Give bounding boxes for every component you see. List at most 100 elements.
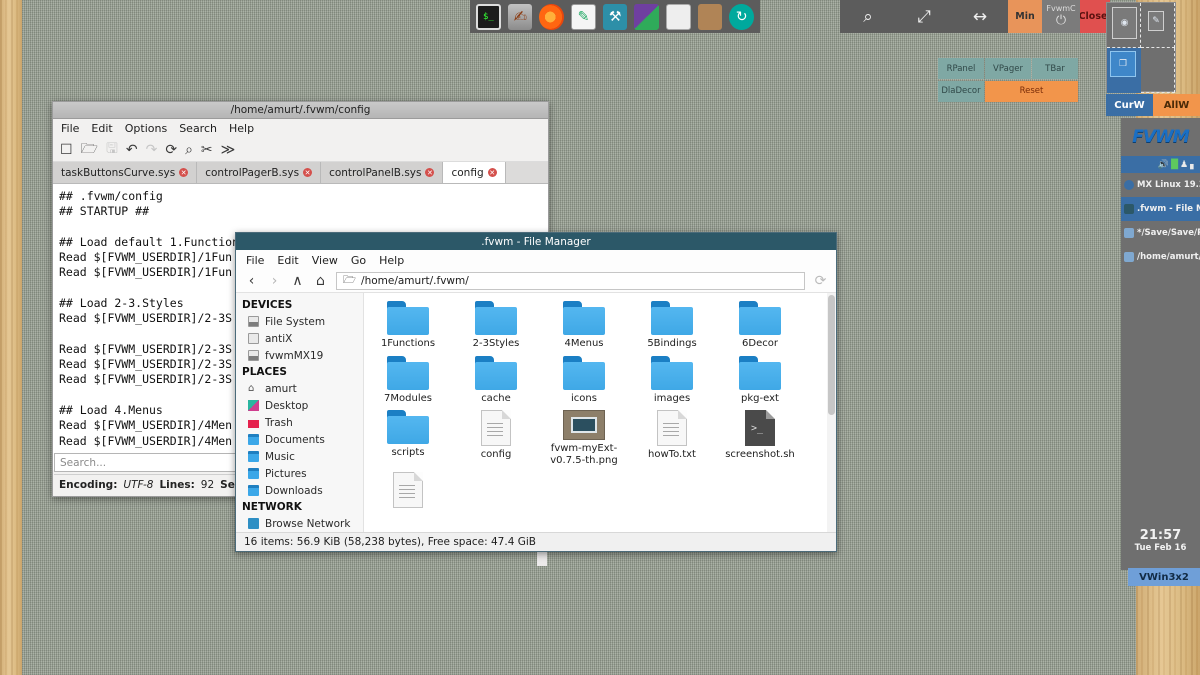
editor-tab-taskbuttonscurve[interactable]: taskButtonsCurve.sys ✕ <box>53 162 197 183</box>
sidebar-item-desktop[interactable]: Desktop <box>236 397 363 414</box>
task-item-save[interactable]: */Save/Save/P <box>1121 221 1200 245</box>
up-icon[interactable]: ∧ <box>290 273 305 289</box>
file-item-5bindings[interactable]: 5Bindings <box>628 301 716 350</box>
dladecor-button[interactable]: DlaDecor <box>938 81 984 102</box>
sidebar-item-browse-network[interactable]: Browse Network <box>236 515 363 532</box>
pager-cell-4[interactable] <box>1141 48 1175 93</box>
file-item-extra-document[interactable] <box>364 472 452 511</box>
more-tools-icon[interactable]: ≫ <box>221 142 236 158</box>
updater-icon[interactable]: ↻ <box>729 4 754 30</box>
network-icon[interactable]: ▖ <box>1190 160 1197 170</box>
close-icon[interactable]: ✕ <box>303 168 312 177</box>
task-item-file-manager[interactable]: .fvwm - File M <box>1121 197 1200 221</box>
save-file-icon[interactable]: 🖫 <box>106 138 118 162</box>
undo-icon[interactable]: ↶ <box>126 142 138 158</box>
sidebar-item-pictures[interactable]: Pictures <box>236 465 363 482</box>
menu-help[interactable]: Help <box>229 122 254 135</box>
menu-view[interactable]: View <box>312 254 338 267</box>
menu-go[interactable]: Go <box>351 254 366 267</box>
path-input[interactable]: 🗁 /home/amurt/.fvwm/ <box>336 272 805 290</box>
task-item-mx-linux[interactable]: MX Linux 19.3 <box>1121 173 1200 197</box>
editor-tab-controlpagerb[interactable]: controlPagerB.sys ✕ <box>197 162 321 183</box>
file-item-pkg-ext[interactable]: pkg-ext <box>716 356 804 405</box>
rpanel-button[interactable]: RPanel <box>938 58 984 79</box>
menu-options[interactable]: Options <box>125 122 167 135</box>
user-icon[interactable]: ♟ <box>1180 160 1188 170</box>
tbar-button[interactable]: TBar <box>1032 58 1078 79</box>
file-item-screenshot-sh[interactable]: >_ screenshot.sh <box>716 410 804 466</box>
move-window-icon[interactable]: ⤢ <box>896 0 952 33</box>
back-icon[interactable]: ‹ <box>244 273 259 289</box>
search-icon[interactable]: ⌕ <box>840 0 896 33</box>
file-item-2-3styles[interactable]: 2-3Styles <box>452 301 540 350</box>
file-manager-icon-view[interactable]: 1Functions 2-3Styles 4Menus 5Bindings 6D… <box>364 293 836 532</box>
sidebar-item-file-system[interactable]: File System <box>236 313 363 330</box>
text-editor-icon[interactable]: ✎ <box>571 4 596 30</box>
minimize-button[interactable]: Min <box>1008 0 1042 33</box>
tools-icon[interactable]: ⚒ <box>603 4 628 30</box>
terminal-icon[interactable]: $_ <box>476 4 501 30</box>
sidebar-item-music[interactable]: Music <box>236 448 363 465</box>
vpager-button[interactable]: VPager <box>985 58 1031 79</box>
menu-edit[interactable]: Edit <box>277 254 298 267</box>
forward-icon[interactable]: › <box>267 273 282 289</box>
fvwm-control-button[interactable]: FvwmC ⏻ <box>1042 0 1080 33</box>
sidebar-item-trash[interactable]: Trash <box>236 414 363 431</box>
sidebar-item-amurt[interactable]: ⌂ amurt <box>236 380 363 397</box>
disk-usage-icon[interactable] <box>666 4 691 30</box>
file-item-howto-txt[interactable]: howTo.txt <box>628 410 716 466</box>
editor-tab-config[interactable]: config ✕ <box>443 162 505 183</box>
file-item-6decor[interactable]: 6Decor <box>716 301 804 350</box>
task-item-home[interactable]: /home/amurt/. <box>1121 245 1200 269</box>
file-manager-scrollbar[interactable] <box>827 293 836 532</box>
editor-tab-controlpanelb[interactable]: controlPanelB.sys ✕ <box>321 162 443 183</box>
file-item-cache[interactable]: cache <box>452 356 540 405</box>
reset-button[interactable]: Reset <box>985 81 1078 102</box>
firefox-mini-window[interactable]: ◉ <box>1112 7 1137 39</box>
reload-icon[interactable]: ⟳ <box>165 142 177 158</box>
editor-titlebar[interactable]: /home/amurt/.fvwm/config <box>53 102 548 119</box>
file-item-images[interactable]: images <box>628 356 716 405</box>
menu-file[interactable]: File <box>246 254 264 267</box>
close-icon[interactable]: ✕ <box>425 168 434 177</box>
sidebar-item-fvwmmx19[interactable]: fvwmMX19 <box>236 347 363 364</box>
file-item-7modules[interactable]: 7Modules <box>364 356 452 405</box>
current-window-button[interactable]: CurW <box>1106 94 1153 116</box>
filemanager-mini-window[interactable]: ❐ <box>1110 51 1136 77</box>
menu-help[interactable]: Help <box>379 254 404 267</box>
menu-search[interactable]: Search <box>179 122 217 135</box>
sidebar-item-documents[interactable]: Documents <box>236 431 363 448</box>
file-item-fvwm-myext-png[interactable]: fvwm-myExt-v0.7.5-th.png <box>540 410 628 466</box>
virtual-desktop-pager[interactable]: ◉ ✎ ❐ <box>1106 2 1176 92</box>
virtual-desktop-label[interactable]: VWin3x2 <box>1128 568 1200 586</box>
sidebar-item-downloads[interactable]: Downloads <box>236 482 363 499</box>
resize-window-icon[interactable]: ↔ <box>952 0 1008 33</box>
file-item-scripts[interactable]: scripts <box>364 410 452 466</box>
file-item-1functions[interactable]: 1Functions <box>364 301 452 350</box>
find-replace-icon[interactable]: ✂ <box>201 142 213 158</box>
reload-icon[interactable]: ⟳ <box>813 273 828 289</box>
package-installer-icon[interactable] <box>698 4 723 30</box>
editor-mini-window[interactable]: ✎ <box>1148 11 1164 31</box>
file-item-config[interactable]: config <box>452 410 540 466</box>
open-file-icon[interactable]: 🗁 <box>81 138 98 162</box>
find-icon[interactable]: ⌕ <box>185 142 193 158</box>
sidebar-item-antix[interactable]: antiX <box>236 330 363 347</box>
close-button[interactable]: Close <box>1076 0 1110 33</box>
file-item-4menus[interactable]: 4Menus <box>540 301 628 350</box>
new-file-icon[interactable]: ☐ <box>60 142 73 158</box>
volume-icon[interactable]: 🔊 <box>1158 160 1169 170</box>
menu-file[interactable]: File <box>61 122 79 135</box>
close-icon[interactable]: ✕ <box>179 168 188 177</box>
battery-icon[interactable]: █ <box>1171 160 1178 170</box>
menu-edit[interactable]: Edit <box>91 122 112 135</box>
redo-icon[interactable]: ↷ <box>146 142 158 158</box>
all-windows-button[interactable]: AllW <box>1153 94 1200 116</box>
firefox-icon[interactable] <box>539 4 564 30</box>
close-icon[interactable]: ✕ <box>488 168 497 177</box>
gimp-icon[interactable]: ✍ <box>508 4 533 30</box>
file-manager-icon[interactable] <box>634 4 659 30</box>
file-item-icons[interactable]: icons <box>540 356 628 405</box>
editor-search-input[interactable]: Search... <box>54 453 251 472</box>
home-icon[interactable]: ⌂ <box>313 273 328 289</box>
